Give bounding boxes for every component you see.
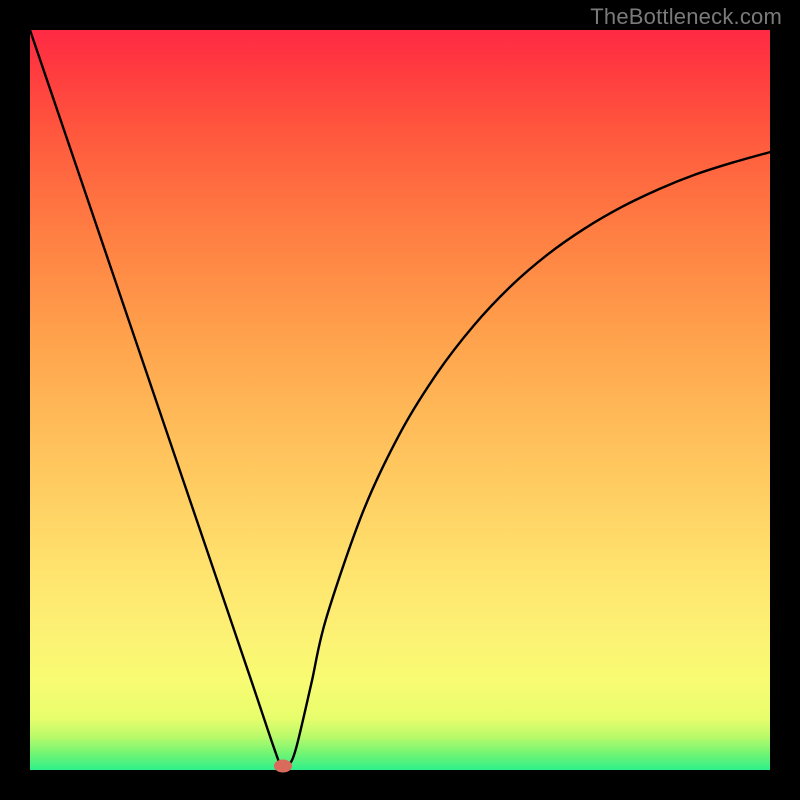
watermark-text: TheBottleneck.com (590, 4, 782, 30)
optimum-marker (274, 760, 292, 773)
bottleneck-curve (30, 30, 770, 770)
chart-frame: TheBottleneck.com (0, 0, 800, 800)
